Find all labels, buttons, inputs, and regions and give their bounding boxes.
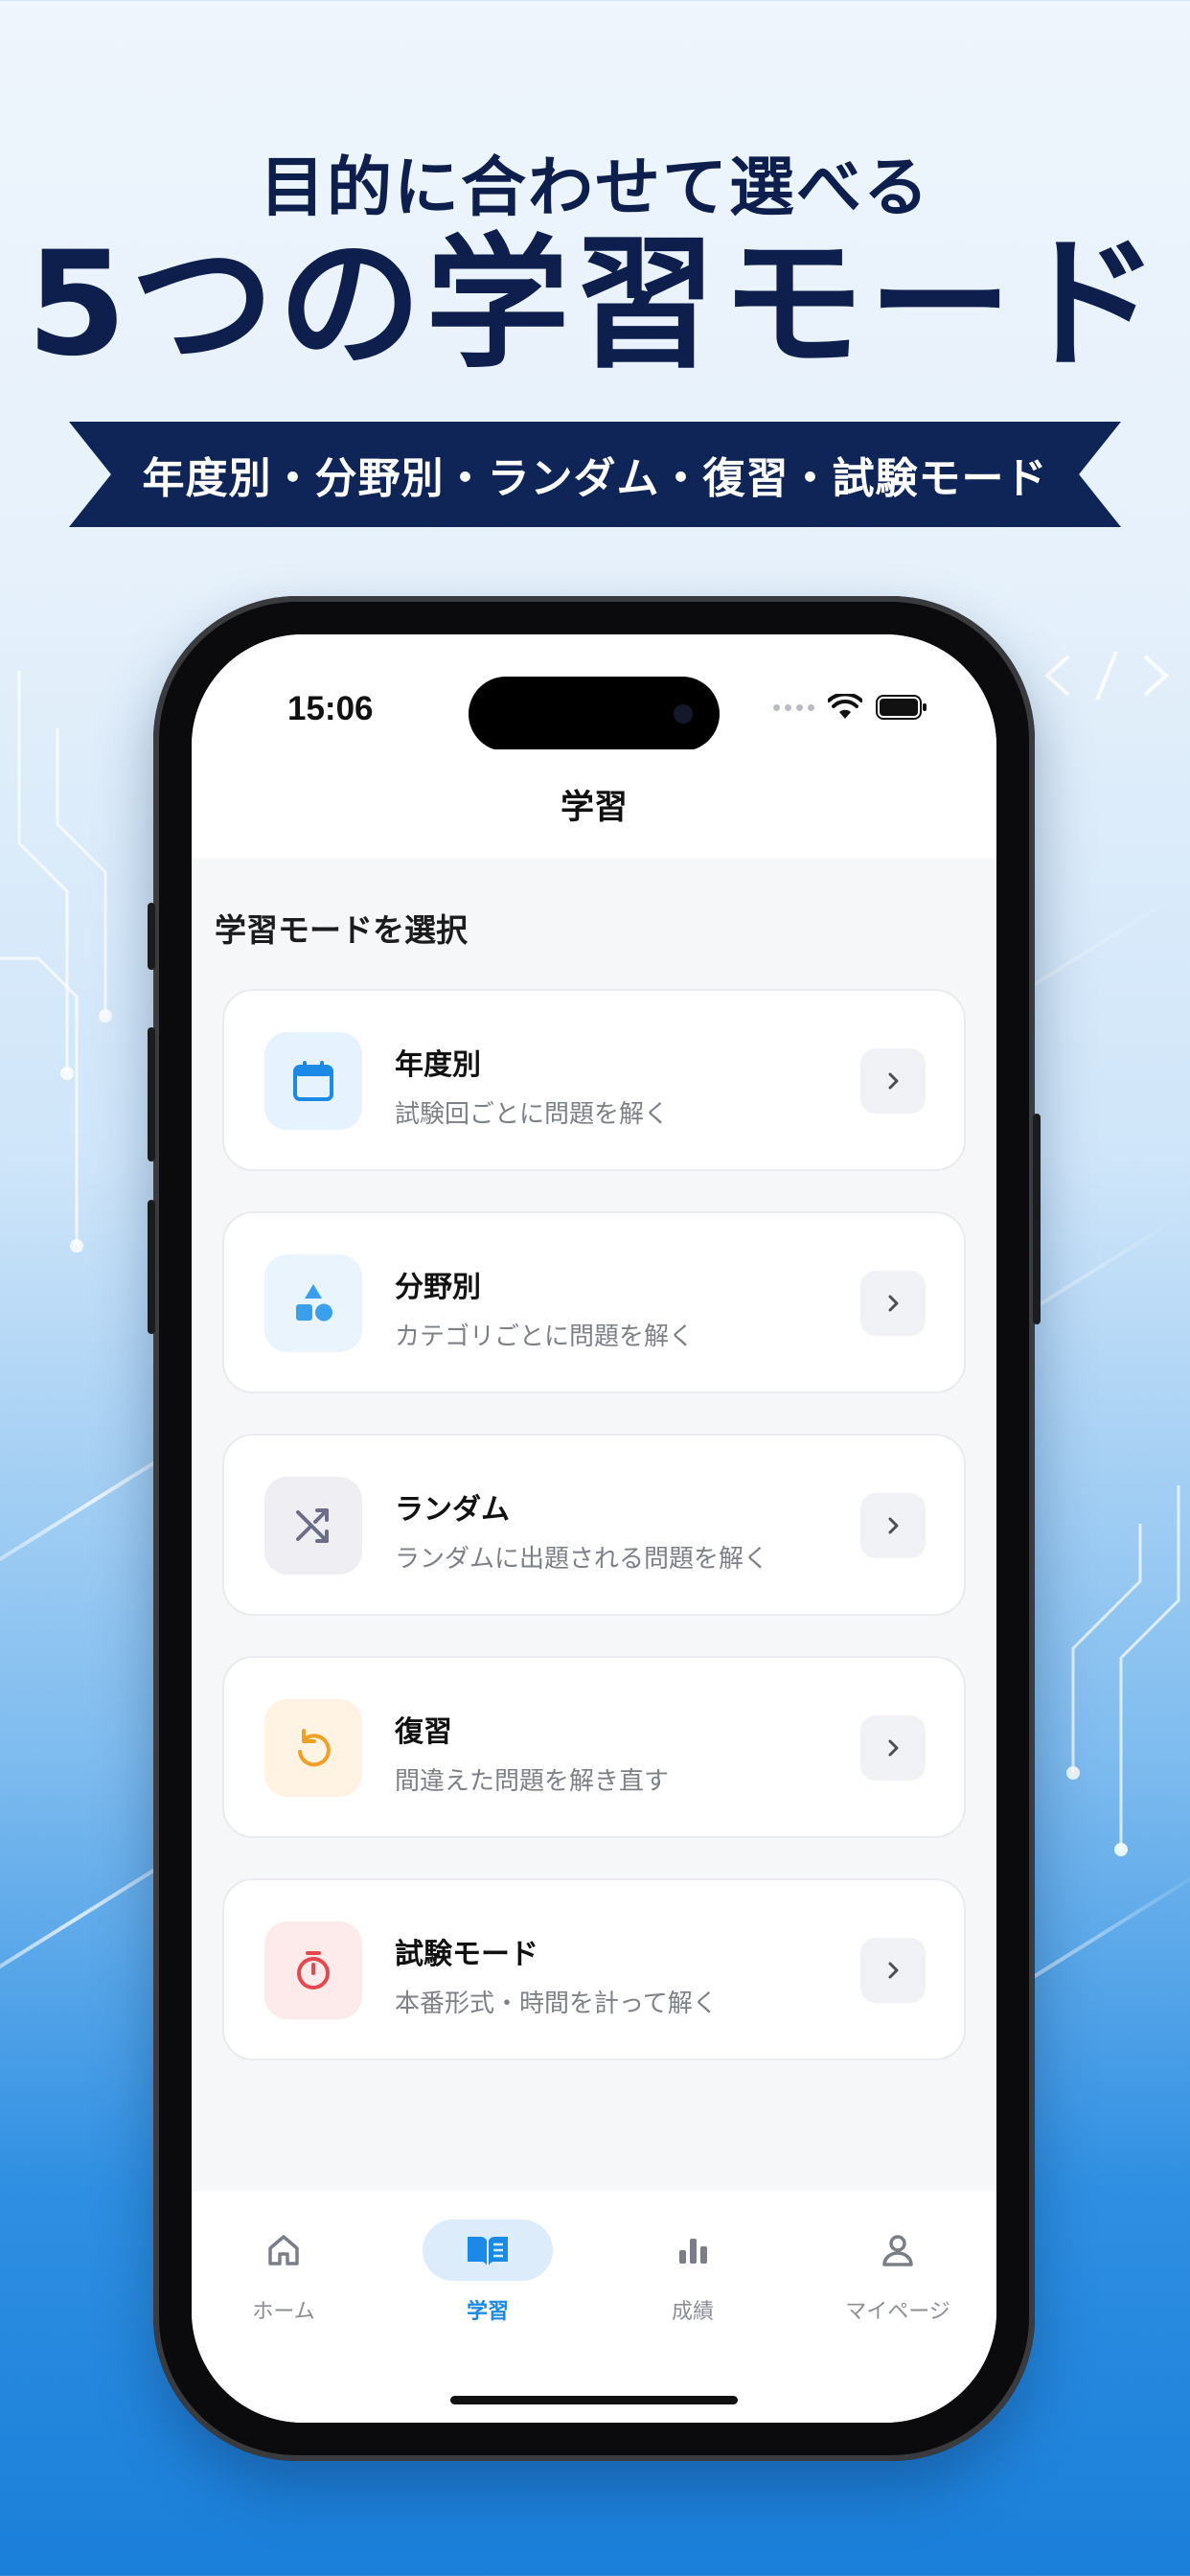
- mode-card-nendo[interactable]: 年度別 試験回ごとに問題を解く: [222, 989, 966, 1171]
- shuffle-icon: [264, 1477, 362, 1575]
- side-button: [148, 903, 155, 970]
- mode-list: 年度別 試験回ごとに問題を解く 分野別 カテゴリごとに問題を解く ランダム ラン…: [222, 989, 966, 2101]
- shapes-icon: [264, 1254, 362, 1352]
- mode-subtitle: 本番形式・時間を計って解く: [395, 1990, 718, 2018]
- mode-card-random[interactable]: ランダム ランダムに出題される問題を解く: [222, 1434, 966, 1616]
- chevron-right-icon[interactable]: [860, 1715, 926, 1781]
- status-bar: 15:06: [192, 634, 996, 751]
- mode-title: ランダム: [395, 1493, 510, 1527]
- mode-card-exam[interactable]: 試験モード 本番形式・時間を計って解く: [222, 1878, 966, 2060]
- person-icon: [833, 2220, 963, 2281]
- chevron-right-icon[interactable]: [860, 1048, 926, 1114]
- mode-subtitle: 試験回ごとに問題を解く: [395, 1100, 670, 1129]
- battery-icon: [876, 695, 927, 720]
- wifi-icon: [828, 694, 862, 719]
- mode-subtitle: 間違えた問題を解き直す: [395, 1767, 670, 1796]
- home-icon: [218, 2220, 349, 2281]
- ribbon-text: 年度別・分野別・ランダム・復習・試験モード: [142, 454, 1048, 503]
- tab-label: 学習: [466, 2300, 509, 2324]
- mode-subtitle: カテゴリごとに問題を解く: [395, 1322, 695, 1351]
- promo-ribbon: 年度別・分野別・ランダム・復習・試験モード: [69, 422, 1121, 527]
- volume-down-button: [148, 1200, 155, 1334]
- circuit-decoration: [1066, 1485, 1180, 1856]
- tab-study[interactable]: 学習: [421, 2220, 555, 2325]
- tab-label: ホーム: [252, 2300, 315, 2324]
- tab-label: マイページ: [845, 2300, 950, 2324]
- code-brackets-decoration: [1044, 651, 1169, 701]
- dynamic-island: [469, 677, 720, 751]
- signal-icon: [773, 703, 814, 711]
- mode-title: 復習: [395, 1715, 452, 1749]
- mode-subtitle: ランダムに出題される問題を解く: [395, 1545, 769, 1574]
- tab-label: 成績: [671, 2300, 714, 2324]
- app-screen: 15:06 学習 学習モードを選択 年度別 試験回ごとに問題を解く 分野別 カテ…: [192, 634, 996, 2423]
- tab-results[interactable]: 成績: [626, 2220, 760, 2325]
- nav-header: 学習: [192, 749, 996, 859]
- mode-title: 年度別: [395, 1048, 481, 1082]
- tab-mypage[interactable]: マイページ: [831, 2220, 965, 2325]
- book-icon: [423, 2220, 553, 2281]
- mode-card-review[interactable]: 復習 間違えた問題を解き直す: [222, 1656, 966, 1838]
- mode-card-bunya[interactable]: 分野別 カテゴリごとに問題を解く: [222, 1211, 966, 1393]
- phone-mockup: 15:06 学習 学習モードを選択 年度別 試験回ごとに問題を解く 分野別 カテ…: [148, 596, 1041, 2461]
- chevron-right-icon[interactable]: [860, 1493, 926, 1558]
- status-time: 15:06: [287, 690, 374, 727]
- chevron-right-icon[interactable]: [860, 1271, 926, 1336]
- mode-title: 試験モード: [395, 1938, 538, 1971]
- tab-home[interactable]: ホーム: [217, 2220, 351, 2325]
- undo-icon: [264, 1699, 362, 1797]
- section-title: 学習モードを選択: [215, 911, 468, 949]
- power-button: [1033, 1114, 1041, 1324]
- chevron-right-icon[interactable]: [860, 1938, 926, 2003]
- mode-title: 分野別: [395, 1271, 481, 1304]
- calendar-icon: [264, 1032, 362, 1130]
- promo-headline: 目的に合わせて選べる: [259, 150, 930, 226]
- status-icons: [773, 694, 927, 721]
- tab-bar: ホーム 学習 成績 マイページ: [192, 2191, 996, 2423]
- page-title: 学習: [560, 788, 628, 827]
- volume-up-button: [148, 1027, 155, 1162]
- promo-main-title: 5つの学習モード: [26, 221, 1164, 388]
- home-indicator: [450, 2396, 738, 2404]
- circuit-decoration: [0, 671, 112, 1253]
- stopwatch-icon: [264, 1921, 362, 2019]
- bar-chart-icon: [628, 2220, 758, 2281]
